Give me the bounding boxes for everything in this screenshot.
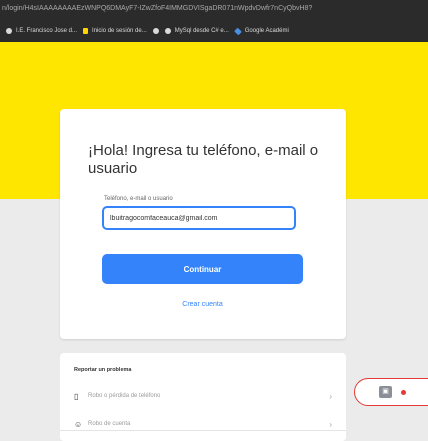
report-problem-card: Reportar un problema ▯ Robo o pérdida de… xyxy=(60,353,346,441)
address-bar[interactable]: n/login/H4sIAAAAAAAAEzWNPQ6DMAyF7-IZwZfo… xyxy=(0,0,428,17)
problem-item-phone[interactable]: ▯ Robo o pérdida de teléfono › xyxy=(74,389,332,403)
bookmarks-bar: I.E. Francisco Jose d... Inicio de sesió… xyxy=(0,21,428,41)
globe-icon xyxy=(164,28,171,34)
page-title: ¡Hola! Ingresa tu teléfono, e-mail o usu… xyxy=(88,142,319,177)
mercadolibre-icon xyxy=(83,28,89,34)
bookmark-label: Inicio de sesión de... xyxy=(92,28,147,34)
person-icon: ☺ xyxy=(74,419,83,429)
problem-label: Robo o pérdida de teléfono xyxy=(88,393,161,399)
bookmark-google-academico[interactable]: Google Académi xyxy=(233,27,289,35)
bookmark-inicio-sesion[interactable]: Inicio de sesión de... xyxy=(83,28,147,34)
globe-icon xyxy=(152,28,159,34)
continue-button[interactable]: Continuar xyxy=(102,254,303,284)
help-widget[interactable]: ▣ xyxy=(354,378,428,406)
problem-item-account[interactable]: ☺ Robo de cuenta › xyxy=(74,417,332,431)
email-field-label: Teléfono, e-mail o usuario xyxy=(104,196,173,202)
bookmark-label: Google Académi xyxy=(244,28,289,34)
chevron-right-icon: › xyxy=(329,419,332,429)
help-chat-icon: ▣ xyxy=(379,386,392,398)
bookmark-label: MySql desde C# e... xyxy=(174,28,229,34)
bookmark-francisco-jose[interactable]: I.E. Francisco Jose d... xyxy=(6,28,77,34)
scholar-icon xyxy=(233,27,242,35)
globe-icon xyxy=(6,28,12,34)
browser-chrome: n/login/H4sIAAAAAAAAEzWNPQ6DMAyF7-IZwZfo… xyxy=(0,0,428,42)
notification-dot xyxy=(401,390,406,395)
divider xyxy=(60,430,346,431)
problem-label: Robo de cuenta xyxy=(88,421,131,427)
phone-icon: ▯ xyxy=(74,391,79,401)
bookmark-label: I.E. Francisco Jose d... xyxy=(16,28,78,34)
report-problem-title: Reportar un problema xyxy=(74,367,132,373)
create-account-link[interactable]: Crear cuenta xyxy=(102,301,303,308)
login-card: ¡Hola! Ingresa tu teléfono, e-mail o usu… xyxy=(60,109,346,339)
email-field[interactable] xyxy=(102,206,296,230)
chevron-right-icon: › xyxy=(329,391,332,401)
bookmark-mysql[interactable]: MySql desde C# e... xyxy=(164,28,229,34)
bookmark-globe[interactable] xyxy=(152,28,159,34)
